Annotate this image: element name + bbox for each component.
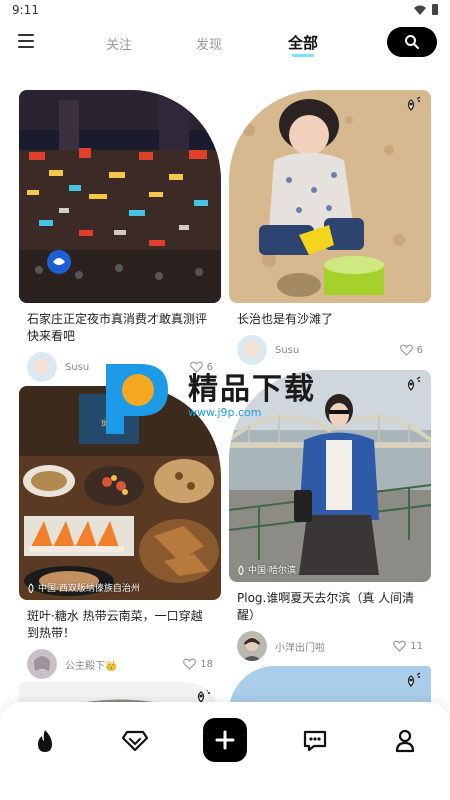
heart-icon (393, 640, 407, 652)
post-image[interactable] (19, 90, 221, 303)
post-title[interactable]: Plog.谁啊夏天去尔滨（真 人间清醒） (229, 590, 431, 624)
nav-home[interactable] (30, 726, 60, 756)
like-button[interactable]: 6 (399, 344, 423, 356)
location-pin-icon (28, 582, 34, 593)
status-icons (414, 4, 438, 15)
tab-discover[interactable]: 发现 (196, 34, 222, 53)
user-icon (395, 729, 415, 753)
like-count: 18 (200, 658, 213, 670)
post-title[interactable]: 石家庄正定夜市真消费才敢真测评快来看吧 (19, 311, 221, 345)
avatar[interactable] (237, 631, 267, 661)
heart-icon (189, 361, 203, 373)
menu-icon[interactable] (18, 34, 34, 48)
status-time: 9:11 (12, 3, 39, 17)
post-card[interactable]: 斑叶 中国·西双版纳傣族自治州 斑叶·糖水 热带云南菜，一口穿越到热带！ 公主殿… (19, 386, 221, 680)
gem-icon (122, 730, 148, 752)
username[interactable]: 小洋出门啦 (275, 639, 393, 654)
post-meta: Susu 6 (229, 334, 431, 366)
location-tag[interactable]: 中国·西双版纳傣族自治州 (27, 581, 140, 594)
like-button[interactable]: 18 (183, 658, 213, 670)
location-pin-icon[interactable] (405, 672, 423, 690)
post-meta: 小洋出门啦 11 (229, 630, 431, 662)
chat-icon (303, 730, 327, 752)
top-header: 关注 发现 全部 (0, 22, 450, 66)
post-card[interactable]: 长治也是有沙滩了 Susu 6 (229, 90, 431, 366)
username[interactable]: 公主殿下👑 (65, 657, 183, 672)
nav-create-button[interactable] (203, 718, 247, 762)
like-count: 6 (206, 361, 213, 373)
nav-vip[interactable] (120, 726, 150, 756)
like-button[interactable]: 6 (189, 361, 213, 373)
wifi-icon (414, 5, 426, 15)
post-meta: 公主殿下👑 18 (19, 648, 221, 680)
active-tab-indicator (292, 54, 314, 57)
battery-icon (432, 4, 438, 15)
svg-text:斑叶: 斑叶 (101, 418, 117, 428)
like-button[interactable]: 11 (393, 640, 423, 652)
location-tag[interactable]: 中国·哈尔滨 (237, 563, 296, 576)
username[interactable]: Susu (65, 362, 190, 373)
post-image[interactable] (229, 90, 431, 303)
location-text: 中国·哈尔滨 (248, 566, 296, 576)
location-pin-icon (238, 564, 244, 575)
post-meta: Susu 6 (19, 351, 221, 383)
plus-icon (215, 730, 235, 750)
tab-all[interactable]: 全部 (288, 32, 318, 53)
username[interactable]: Susu (275, 345, 400, 356)
like-count: 11 (410, 640, 423, 652)
post-card[interactable]: 石家庄正定夜市真消费才敢真测评快来看吧 Susu 6 (19, 90, 221, 383)
post-card[interactable]: 中国·哈尔滨 Plog.谁啊夏天去尔滨（真 人间清醒） 小洋出门啦 11 (229, 370, 431, 662)
avatar[interactable] (27, 649, 57, 679)
fire-icon (38, 730, 52, 752)
post-image[interactable]: 斑叶 中国·西双版纳傣族自治州 (19, 386, 221, 600)
location-pin-icon[interactable] (195, 96, 213, 114)
avatar[interactable] (237, 335, 267, 365)
location-pin-icon[interactable] (405, 96, 423, 114)
nav-profile[interactable] (390, 726, 420, 756)
search-button[interactable] (387, 27, 437, 57)
status-bar: 9:11 (0, 0, 450, 22)
avatar[interactable] (27, 352, 57, 382)
nav-messages[interactable] (300, 726, 330, 756)
location-text: 中国·西双版纳傣族自治州 (38, 584, 140, 594)
like-count: 6 (416, 344, 423, 356)
post-title[interactable]: 长治也是有沙滩了 (229, 311, 431, 328)
location-pin-icon[interactable] (405, 376, 423, 394)
heart-icon (183, 658, 197, 670)
search-icon (405, 35, 419, 49)
post-title[interactable]: 斑叶·糖水 热带云南菜，一口穿越到热带！ (19, 608, 221, 642)
post-image[interactable]: 中国·哈尔滨 (229, 370, 431, 582)
tab-follow[interactable]: 关注 (106, 34, 132, 53)
bottom-nav (0, 702, 450, 800)
heart-icon (399, 344, 413, 356)
